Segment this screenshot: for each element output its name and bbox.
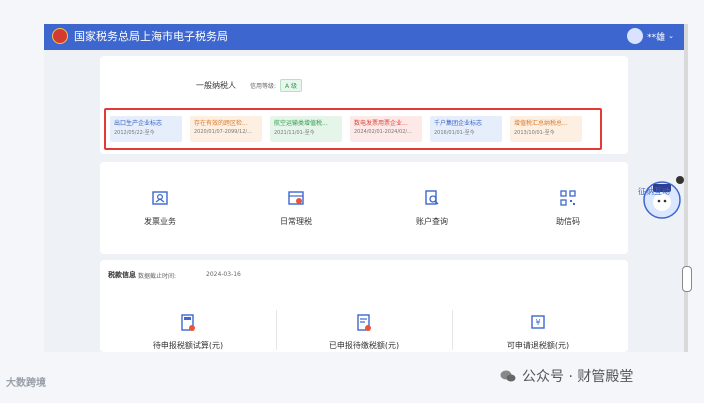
- quick-item-invoice[interactable]: 发票业务: [120, 190, 200, 227]
- robot-label: 征纳互动: [638, 186, 670, 196]
- tax-item-pending-estimate[interactable]: 待申报税额试算(元): [118, 314, 258, 351]
- profile-card: 一般纳税人 信用等级: A 级 出口生产企业标志 2012/05/22-至今 存…: [100, 56, 628, 154]
- page-scrollbar[interactable]: [682, 24, 692, 352]
- tag-name: 数电发票用票企业...: [354, 120, 408, 127]
- tag-date: 2016/01/01-至今: [434, 130, 475, 136]
- tax-item-declared-unpaid[interactable]: 已申报待缴税额(元): [294, 314, 434, 351]
- payment-doc-icon: [357, 314, 371, 331]
- tax-date-label: 数据截止时间:: [138, 273, 177, 280]
- quick-item-daily-tax[interactable]: 日常理税: [256, 190, 336, 227]
- chevron-down-icon: ⌄: [668, 32, 674, 40]
- quick-label: 账户查询: [416, 217, 448, 226]
- site-title: 国家税务总局上海市电子税务局: [74, 30, 228, 43]
- quick-label: 发票业务: [144, 217, 176, 226]
- taxpayer-tags-highlight: 出口生产企业标志 2012/05/22-至今 存在有效的跨区检... 2020/…: [104, 108, 602, 150]
- tax-info-card: 税款信息 数据截止时间: 2024-03-16 待申报税额试算(元) 已申报待缴…: [100, 260, 628, 352]
- site-brand[interactable]: 国家税务总局上海市电子税务局: [52, 28, 228, 44]
- divider: [452, 310, 453, 350]
- calendar-tax-icon: [288, 191, 304, 205]
- user-menu[interactable]: **雄 ⌄: [627, 28, 674, 44]
- credit-grade-badge: A 级: [280, 79, 303, 92]
- tag-name: 千户集团企业标志: [434, 120, 483, 127]
- taxpayer-tag[interactable]: 存在有效的跨区检... 2020/01/07-2099/12/...: [190, 116, 262, 142]
- tag-name: 航空运输类增值税...: [274, 120, 328, 127]
- tag-date: 2024/02/01-2024/02/...: [354, 129, 412, 135]
- quick-services-card: 发票业务 日常理税 账户查询 助信码: [100, 162, 628, 254]
- tag-date: 2012/05/22-至今: [114, 130, 155, 136]
- divider: [276, 310, 277, 350]
- tax-item-label: 已申报待缴税额(元): [328, 341, 400, 350]
- taxpayer-tag[interactable]: 数电发票用票企业... 2024/02/01-2024/02/...: [350, 116, 422, 142]
- watermark-right-text: 公众号 · 财管殿堂: [522, 369, 634, 385]
- tax-item-label: 待申报税额试算(元): [152, 341, 224, 350]
- watermark-right: 公众号 · 财管殿堂: [500, 366, 633, 386]
- wechat-icon: [500, 370, 516, 382]
- refund-icon: ¥: [531, 315, 545, 329]
- qr-code-icon: [560, 190, 576, 206]
- taxpayer-tag[interactable]: 航空运输类增值税... 2021/11/01-至今: [270, 116, 342, 142]
- tax-item-label: 可申请退税额(元): [506, 341, 570, 350]
- tax-date: 2024-03-16: [206, 271, 241, 278]
- search-doc-icon: [425, 190, 439, 205]
- tag-name: 出口生产企业标志: [114, 120, 163, 127]
- credit-label: 信用等级:: [250, 83, 277, 90]
- top-navigation-bar: 国家税务总局上海市电子税务局 **雄 ⌄: [44, 24, 684, 50]
- main-content: 一般纳税人 信用等级: A 级 出口生产企业标志 2012/05/22-至今 存…: [44, 50, 684, 352]
- taxpayer-tag[interactable]: 千户集团企业标志 2016/01/01-至今: [430, 116, 502, 142]
- scrollbar-thumb[interactable]: [682, 266, 692, 292]
- quick-label: 助信码: [556, 217, 580, 226]
- tax-info-title: 税款信息: [108, 271, 136, 279]
- user-name: **雄: [647, 32, 666, 43]
- tax-item-refundable[interactable]: ¥ 可申请退税额(元): [468, 314, 608, 351]
- robot-status-dot: [676, 176, 684, 184]
- taxpayer-tag[interactable]: 增值税汇总纳税总... 2013/10/01-至今: [510, 116, 582, 142]
- quick-label: 日常理税: [280, 217, 312, 226]
- tag-name: 存在有效的跨区检...: [194, 120, 248, 127]
- quick-item-credit-code[interactable]: 助信码: [528, 190, 608, 227]
- tag-date: 2020/01/07-2099/12/...: [194, 129, 252, 135]
- svg-text:¥: ¥: [535, 318, 540, 327]
- tag-date: 2013/10/01-至今: [514, 130, 555, 136]
- avatar: [627, 28, 644, 44]
- tag-date: 2021/11/01-至今: [274, 130, 315, 136]
- taxpayer-type: 一般纳税人: [196, 81, 236, 90]
- calculator-icon: [181, 314, 195, 331]
- watermark-left: 大数跨境: [6, 378, 46, 389]
- tax-emblem-icon: [52, 28, 68, 44]
- invoice-icon: [152, 191, 168, 205]
- tax-assistant-robot-icon[interactable]: 征纳互动: [636, 176, 682, 222]
- taxpayer-tag[interactable]: 出口生产企业标志 2012/05/22-至今: [110, 116, 182, 142]
- quick-item-account-query[interactable]: 账户查询: [392, 190, 472, 227]
- tag-name: 增值税汇总纳税总...: [514, 120, 568, 127]
